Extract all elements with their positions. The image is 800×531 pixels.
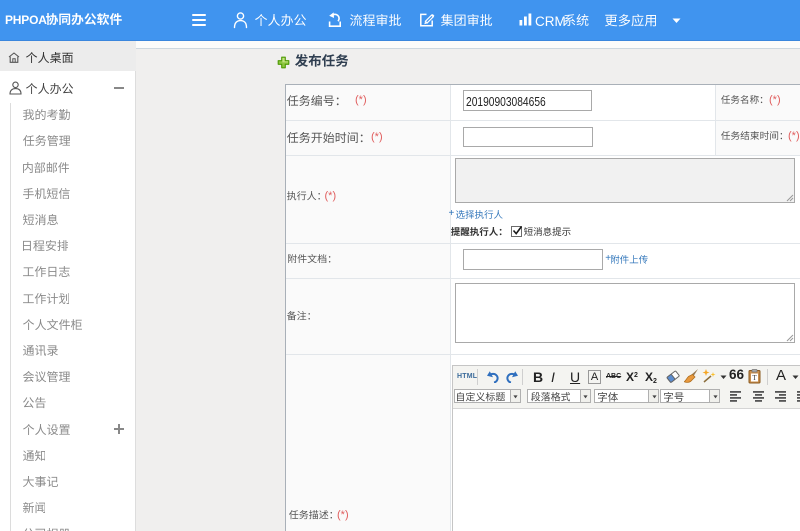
svg-text:T: T	[752, 374, 757, 382]
